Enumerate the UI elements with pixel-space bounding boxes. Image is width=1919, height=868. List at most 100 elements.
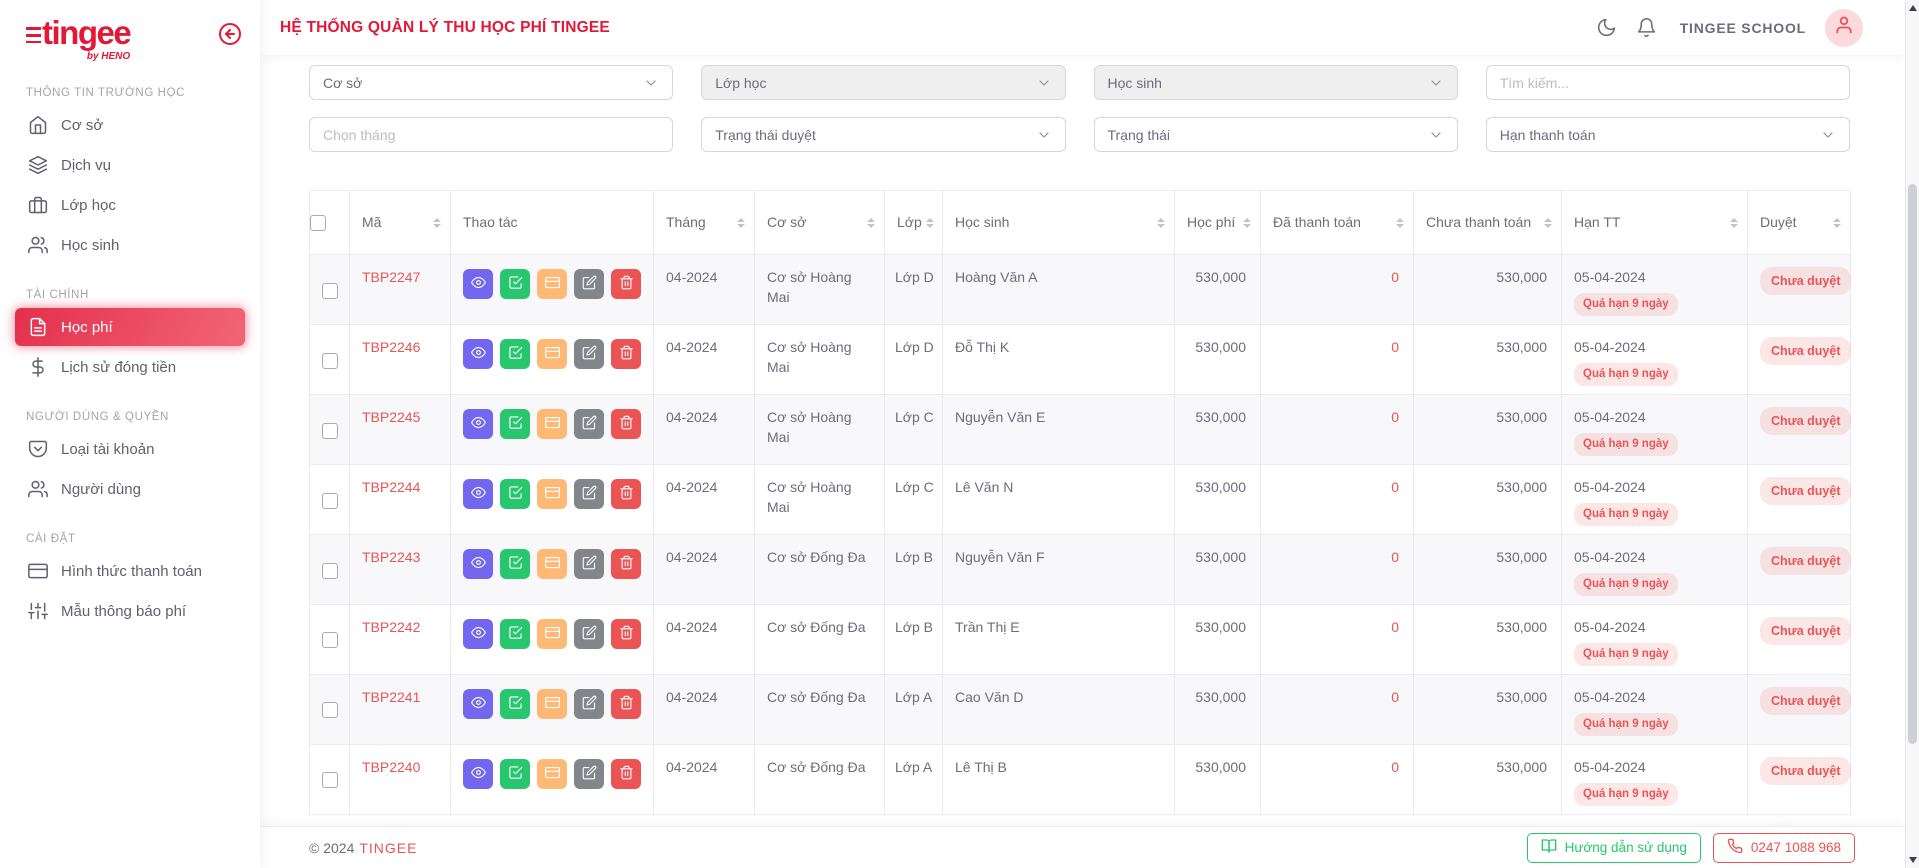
approve-button[interactable] — [500, 269, 530, 299]
row-checkbox[interactable] — [322, 702, 338, 718]
view-button[interactable] — [463, 479, 493, 509]
sort-icon[interactable] — [1243, 218, 1251, 228]
column-header-code[interactable]: Mã — [350, 191, 451, 255]
sidebar-item-nguoi-dung[interactable]: Người dùng — [15, 470, 245, 508]
approve-button[interactable] — [500, 619, 530, 649]
payment-button[interactable] — [537, 689, 567, 719]
filter-trang-thai-select[interactable]: Trạng thái — [1094, 117, 1458, 152]
sidebar-item-hoc-sinh[interactable]: Học sinh — [15, 226, 245, 264]
sort-icon[interactable] — [1730, 218, 1738, 228]
payment-button[interactable] — [537, 269, 567, 299]
sidebar-item-mau-thong-bao-phi[interactable]: Mẫu thông báo phí — [15, 592, 245, 630]
delete-button[interactable] — [611, 339, 641, 369]
sidebar-item-hoc-phi[interactable]: Học phí — [15, 308, 245, 346]
view-button[interactable] — [463, 619, 493, 649]
edit-button[interactable] — [574, 479, 604, 509]
payment-button[interactable] — [537, 409, 567, 439]
view-button[interactable] — [463, 689, 493, 719]
sort-icon[interactable] — [1833, 218, 1841, 228]
column-header-class[interactable]: Lớp — [885, 191, 943, 255]
view-button[interactable] — [463, 549, 493, 579]
column-header-fee[interactable]: Học phí — [1175, 191, 1261, 255]
sort-icon[interactable] — [867, 218, 875, 228]
edit-button[interactable] — [574, 269, 604, 299]
payment-button[interactable] — [537, 549, 567, 579]
sidebar-item-hinh-thuc-thanh-toan[interactable]: Hình thức thanh toán — [15, 552, 245, 590]
row-checkbox[interactable] — [322, 563, 338, 579]
column-header-paid[interactable]: Đã thanh toán — [1261, 191, 1414, 255]
scroll-up-icon[interactable] — [1909, 5, 1917, 11]
delete-button[interactable] — [611, 269, 641, 299]
edit-button[interactable] — [574, 409, 604, 439]
fee-code-link[interactable]: TBP2244 — [362, 479, 420, 495]
moon-icon[interactable] — [1596, 17, 1617, 38]
row-checkbox[interactable] — [322, 493, 338, 509]
row-checkbox[interactable] — [322, 283, 338, 299]
fee-code-link[interactable]: TBP2240 — [362, 759, 420, 775]
vertical-scrollbar[interactable] — [1905, 0, 1919, 868]
filter-lop-hoc-select[interactable]: Lớp học — [701, 65, 1065, 100]
edit-button[interactable] — [574, 339, 604, 369]
chon-thang-input[interactable] — [309, 117, 673, 152]
row-checkbox[interactable] — [322, 632, 338, 648]
sort-icon[interactable] — [433, 218, 441, 228]
view-button[interactable] — [463, 759, 493, 789]
delete-button[interactable] — [611, 479, 641, 509]
approve-button[interactable] — [500, 479, 530, 509]
sort-icon[interactable] — [1396, 218, 1404, 228]
fee-code-link[interactable]: TBP2243 — [362, 549, 420, 565]
hotline-button[interactable]: 0247 1088 968 — [1713, 833, 1855, 863]
column-header-branch[interactable]: Cơ sở — [755, 191, 885, 255]
column-header-due[interactable]: Hạn TT — [1562, 191, 1748, 255]
column-header-month[interactable]: Tháng — [654, 191, 755, 255]
row-checkbox[interactable] — [322, 353, 338, 369]
payment-button[interactable] — [537, 339, 567, 369]
edit-button[interactable] — [574, 689, 604, 719]
approve-button[interactable] — [500, 339, 530, 369]
sort-icon[interactable] — [1544, 218, 1552, 228]
sidebar-item-co-so[interactable]: Cơ sở — [15, 106, 245, 144]
search-input[interactable] — [1486, 65, 1850, 100]
approve-button[interactable] — [500, 409, 530, 439]
payment-button[interactable] — [537, 619, 567, 649]
user-avatar[interactable] — [1825, 9, 1863, 47]
fee-code-link[interactable]: TBP2245 — [362, 409, 420, 425]
delete-button[interactable] — [611, 759, 641, 789]
edit-button[interactable] — [574, 759, 604, 789]
row-checkbox[interactable] — [322, 772, 338, 788]
fee-code-link[interactable]: TBP2241 — [362, 689, 420, 705]
approve-button[interactable] — [500, 759, 530, 789]
filter-trang-thai-duyet-select[interactable]: Trạng thái duyệt — [701, 117, 1065, 152]
sidebar-item-lop-hoc[interactable]: Lớp học — [15, 186, 245, 224]
column-header-student[interactable]: Học sinh — [943, 191, 1175, 255]
delete-button[interactable] — [611, 689, 641, 719]
sidebar-item-dich-vu[interactable]: Dịch vụ — [15, 146, 245, 184]
fee-code-link[interactable]: TBP2242 — [362, 619, 420, 635]
scroll-down-icon[interactable] — [1909, 857, 1917, 863]
filter-han-thanh-toan-select[interactable]: Hạn thanh toán — [1486, 117, 1850, 152]
user-guide-button[interactable]: Hướng dẫn sử dụng — [1527, 833, 1701, 863]
sort-icon[interactable] — [926, 218, 934, 228]
footer-brand[interactable]: TINGEE — [359, 840, 417, 856]
view-button[interactable] — [463, 409, 493, 439]
sidebar-collapse-button[interactable] — [218, 22, 242, 46]
edit-button[interactable] — [574, 549, 604, 579]
payment-button[interactable] — [537, 479, 567, 509]
approve-button[interactable] — [500, 689, 530, 719]
sidebar-item-lich-su-dong-tien[interactable]: Lịch sử đóng tiền — [15, 348, 245, 386]
sort-icon[interactable] — [1157, 218, 1165, 228]
sidebar-item-loai-tai-khoan[interactable]: Loại tài khoản — [15, 430, 245, 468]
approve-button[interactable] — [500, 549, 530, 579]
tingee-logo[interactable]: tingee by HENO — [26, 16, 130, 62]
edit-button[interactable] — [574, 619, 604, 649]
column-header-unpaid[interactable]: Chưa thanh toán — [1414, 191, 1562, 255]
row-checkbox[interactable] — [322, 423, 338, 439]
view-button[interactable] — [463, 269, 493, 299]
delete-button[interactable] — [611, 409, 641, 439]
scrollbar-thumb[interactable] — [1908, 184, 1917, 744]
view-button[interactable] — [463, 339, 493, 369]
filter-hoc-sinh-select[interactable]: Học sinh — [1094, 65, 1458, 100]
sort-icon[interactable] — [737, 218, 745, 228]
fee-code-link[interactable]: TBP2246 — [362, 339, 420, 355]
fee-code-link[interactable]: TBP2247 — [362, 269, 420, 285]
